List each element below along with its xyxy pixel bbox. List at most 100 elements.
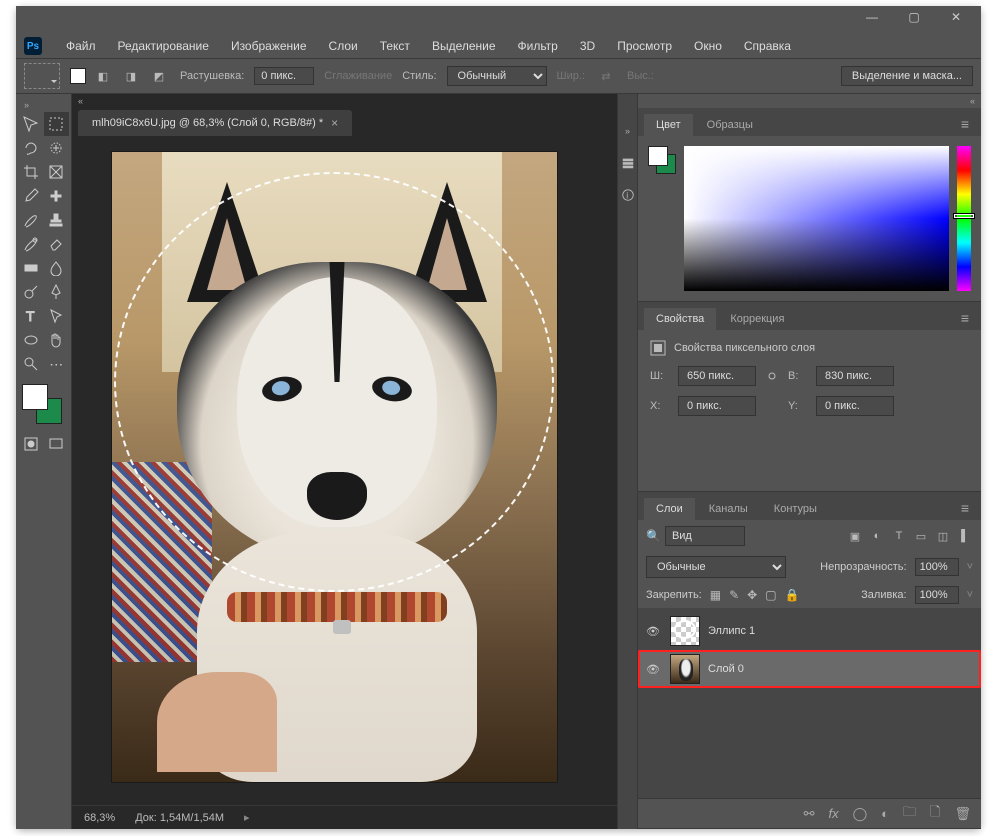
lasso-tool[interactable]	[18, 136, 44, 160]
fill-input[interactable]	[915, 586, 959, 604]
new-selection-icon[interactable]	[70, 68, 86, 84]
link-layers-icon[interactable]: ⚯	[804, 806, 815, 822]
new-layer-icon[interactable]: 🗋	[930, 803, 940, 825]
panel-collapse[interactable]: «	[638, 94, 981, 108]
filter-shape-icon[interactable]: ▭	[913, 528, 929, 544]
lock-all-icon[interactable]: 🔒	[785, 588, 800, 602]
tab-adjustments[interactable]: Коррекция	[718, 308, 796, 330]
menu-filter[interactable]: Фильтр	[508, 36, 568, 56]
stamp-tool[interactable]	[44, 208, 70, 232]
quick-select-tool[interactable]	[44, 136, 70, 160]
lock-transparency-icon[interactable]: ▦	[710, 588, 721, 602]
tab-layers[interactable]: Слои	[644, 498, 695, 520]
link-wh-icon[interactable]	[764, 368, 780, 384]
menu-file[interactable]: Файл	[56, 36, 106, 56]
add-selection-icon[interactable]: ◧	[92, 65, 114, 87]
filter-toggle-icon[interactable]: ▌	[957, 528, 973, 544]
fg-color-swatch[interactable]	[22, 384, 48, 410]
zoom-level[interactable]: 68,3%	[84, 812, 115, 824]
history-brush-tool[interactable]	[18, 232, 44, 256]
quickmask-tool[interactable]	[18, 432, 44, 456]
layers-panel-menu[interactable]: ≡	[955, 496, 975, 520]
layer-thumbnail[interactable]	[670, 616, 700, 646]
dock-expand[interactable]: »	[619, 124, 636, 138]
tab-paths[interactable]: Контуры	[762, 498, 829, 520]
minimize-button[interactable]: —	[851, 6, 893, 28]
menu-type[interactable]: Текст	[370, 36, 420, 56]
menu-view[interactable]: Просмотр	[607, 36, 682, 56]
layer-thumbnail[interactable]	[670, 654, 700, 684]
screenmode-tool[interactable]	[44, 432, 70, 456]
crop-tool[interactable]	[18, 160, 44, 184]
eyedropper-tool[interactable]	[18, 184, 44, 208]
color-picker-field[interactable]	[684, 146, 949, 291]
layer-row-background[interactable]: 👁 Слой 0	[638, 650, 981, 688]
maximize-button[interactable]: ▢	[893, 6, 935, 28]
toolbox-collapse[interactable]: »	[18, 98, 69, 112]
shape-tool[interactable]	[18, 328, 44, 352]
path-select-tool[interactable]	[44, 304, 70, 328]
menu-edit[interactable]: Редактирование	[108, 36, 219, 56]
layer-row-ellipse[interactable]: 👁 Эллипс 1	[638, 612, 981, 650]
height-input[interactable]	[816, 366, 894, 386]
lock-pixels-icon[interactable]: ✎	[729, 588, 739, 602]
blend-mode-select[interactable]: Обычные	[646, 556, 786, 578]
healing-tool[interactable]	[44, 184, 70, 208]
menu-image[interactable]: Изображение	[221, 36, 317, 56]
eraser-tool[interactable]	[44, 232, 70, 256]
layer-group-icon[interactable]: 🗀	[903, 803, 916, 825]
dodge-tool[interactable]	[18, 280, 44, 304]
gradient-tool[interactable]	[18, 256, 44, 280]
tab-swatches[interactable]: Образцы	[695, 114, 765, 136]
menu-select[interactable]: Выделение	[422, 36, 506, 56]
color-swatches[interactable]	[22, 384, 62, 424]
history-panel-icon[interactable]	[621, 156, 635, 170]
blur-tool[interactable]	[44, 256, 70, 280]
opacity-input[interactable]	[915, 558, 959, 576]
tab-properties[interactable]: Свойства	[644, 308, 716, 330]
visibility-toggle-icon[interactable]: 👁	[646, 625, 662, 638]
color-panel-menu[interactable]: ≡	[955, 112, 975, 136]
x-input[interactable]	[678, 396, 756, 416]
layer-name[interactable]: Слой 0	[708, 663, 973, 675]
filter-adjust-icon[interactable]: ◐	[869, 528, 885, 544]
lock-position-icon[interactable]: ✥	[747, 588, 757, 602]
edit-toolbar[interactable]: ⋯	[44, 352, 70, 376]
lock-artboard-icon[interactable]: ▢	[765, 588, 776, 602]
pen-tool[interactable]	[44, 280, 70, 304]
delete-layer-icon[interactable]: 🗑	[954, 806, 971, 822]
color-mini-swatches[interactable]	[648, 146, 676, 174]
props-panel-menu[interactable]: ≡	[955, 306, 975, 330]
info-panel-icon[interactable]: i	[621, 188, 635, 202]
hand-tool[interactable]	[44, 328, 70, 352]
active-tool-icon[interactable]	[24, 63, 60, 89]
layer-style-icon[interactable]: fx	[828, 806, 838, 821]
tab-channels[interactable]: Каналы	[697, 498, 760, 520]
close-button[interactable]: ✕	[935, 6, 977, 28]
marquee-tool[interactable]	[44, 112, 70, 136]
adjustment-layer-icon[interactable]: ◐	[881, 806, 889, 821]
brush-tool[interactable]	[18, 208, 44, 232]
close-tab-icon[interactable]: ×	[331, 116, 338, 130]
type-tool[interactable]: T	[18, 304, 44, 328]
filter-pixel-icon[interactable]: ▣	[847, 528, 863, 544]
canvas-image[interactable]	[112, 152, 557, 782]
style-select[interactable]: Обычный	[447, 66, 547, 86]
menu-help[interactable]: Справка	[734, 36, 801, 56]
layer-mask-icon[interactable]: ◯	[853, 806, 868, 822]
tab-color[interactable]: Цвет	[644, 114, 693, 136]
filter-smart-icon[interactable]: ◫	[935, 528, 951, 544]
layer-filter-kind[interactable]	[665, 526, 745, 546]
menu-layer[interactable]: Слои	[319, 36, 368, 56]
intersect-selection-icon[interactable]: ◩	[148, 65, 170, 87]
menu-3d[interactable]: 3D	[570, 36, 605, 56]
subtract-selection-icon[interactable]: ◨	[120, 65, 142, 87]
feather-input[interactable]	[254, 67, 314, 85]
frame-tool[interactable]	[44, 160, 70, 184]
width-input[interactable]	[678, 366, 756, 386]
visibility-toggle-icon[interactable]: 👁	[646, 663, 662, 676]
menu-window[interactable]: Окно	[684, 36, 732, 56]
move-tool[interactable]	[18, 112, 44, 136]
select-and-mask-button[interactable]: Выделение и маска...	[841, 66, 973, 86]
tabstrip-collapse[interactable]: «	[72, 94, 89, 108]
